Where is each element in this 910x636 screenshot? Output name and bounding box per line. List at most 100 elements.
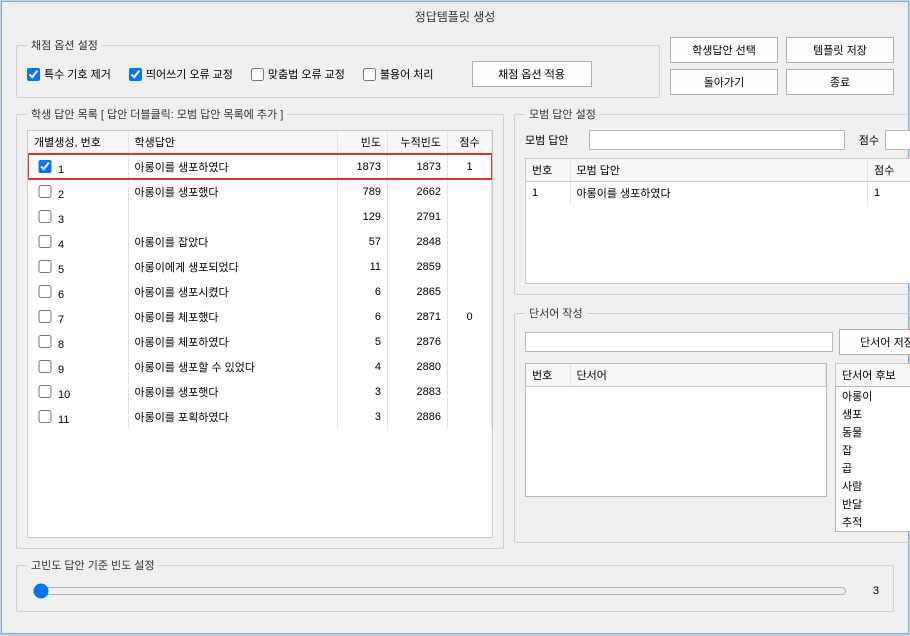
row-freq: 789: [338, 179, 388, 204]
row-checkbox[interactable]: [38, 260, 52, 273]
table-row[interactable]: 7아롱이를 체포했다628710: [28, 304, 492, 329]
table-row[interactable]: 10아롱이를 생포햇다32883: [28, 379, 492, 404]
freq-value: 3: [859, 585, 879, 597]
table-row[interactable]: 1아롱이를 생포하였다1: [526, 182, 910, 205]
row-freq: 6: [338, 279, 388, 304]
student-answer-table[interactable]: 개별생성, 번호 학생답안 빈도 누적빈도 점수 1아롱이를 생포하였다1873…: [27, 130, 493, 538]
row-score: [448, 404, 492, 429]
list-item[interactable]: 추적: [836, 513, 910, 531]
options-legend: 채점 옵션 설정: [27, 37, 102, 53]
list-item[interactable]: 반달: [836, 495, 910, 513]
opt-spelling-checkbox[interactable]: [251, 68, 264, 81]
row-checkbox[interactable]: [38, 310, 52, 323]
model-answer-input[interactable]: [589, 130, 845, 150]
table-row[interactable]: 5아롱이에게 생포되었다112859: [28, 254, 492, 279]
model-score-input[interactable]: [885, 130, 910, 150]
row-freq: 129: [338, 204, 388, 229]
row-answer: 아롱이를 생포시켰다: [128, 279, 338, 304]
save-clue-button[interactable]: 단서어 저장: [839, 329, 910, 355]
model-answer-table[interactable]: 번호 모범 답안 점수 1아롱이를 생포하였다1: [525, 158, 910, 284]
row-cum: 2871: [388, 304, 448, 329]
row-freq: 4: [338, 354, 388, 379]
freq-slider[interactable]: [33, 583, 847, 599]
model-col-ans[interactable]: 모범 답안: [570, 159, 868, 182]
model-col-score[interactable]: 점수: [868, 159, 910, 182]
opt-spelling[interactable]: 맞춤법 오류 교정: [251, 66, 345, 82]
row-answer: [128, 204, 338, 229]
row-score: 0: [448, 304, 492, 329]
row-answer: 아롱이에게 생포되었다: [128, 254, 338, 279]
clue-col-no[interactable]: 번호: [526, 364, 570, 387]
row-answer: 아롱이를 체포하였다: [128, 329, 338, 354]
row-freq: 1873: [338, 154, 388, 180]
clue-input[interactable]: [525, 332, 833, 352]
table-row[interactable]: 2아롱이를 생포했다7892662: [28, 179, 492, 204]
row-checkbox[interactable]: [38, 410, 52, 423]
list-item[interactable]: 생포: [836, 405, 910, 423]
row-score: [448, 254, 492, 279]
row-cum: 2880: [388, 354, 448, 379]
col-cum[interactable]: 누적빈도: [388, 131, 448, 154]
col-gen-no[interactable]: 개별생성, 번호: [28, 131, 128, 154]
table-row[interactable]: 6아롱이를 생포시켰다62865: [28, 279, 492, 304]
table-row[interactable]: 31292791: [28, 204, 492, 229]
list-item[interactable]: 아롱이: [836, 387, 910, 405]
row-checkbox[interactable]: [38, 210, 52, 223]
row-answer: 아롱이를 생포하였다: [128, 154, 338, 180]
row-checkbox[interactable]: [38, 335, 52, 348]
top-buttons: 학생답안 선택 템플릿 저장 돌아가기 종료: [670, 37, 894, 95]
opt-spacing[interactable]: 띄어쓰기 오류 교정: [129, 66, 233, 82]
opt-spacing-checkbox[interactable]: [129, 68, 142, 81]
opt-remove-special[interactable]: 특수 기호 제거: [27, 66, 111, 82]
row-checkbox[interactable]: [38, 185, 52, 198]
row-answer: 아롱이를 체포했다: [128, 304, 338, 329]
col-answer[interactable]: 학생답안: [128, 131, 338, 154]
table-row[interactable]: 9아롱이를 생포할 수 있었다42880: [28, 354, 492, 379]
table-row[interactable]: 4아롱이를 잡았다572848: [28, 229, 492, 254]
table-row[interactable]: 8아롱이를 체포하였다52876: [28, 329, 492, 354]
apply-options-button[interactable]: 채점 옵션 적용: [472, 61, 592, 87]
save-template-button[interactable]: 템플릿 저장: [786, 37, 894, 63]
table-row[interactable]: 11아롱이를 포획하였다32886: [28, 404, 492, 429]
row-answer: 아롱이를 잡았다: [128, 229, 338, 254]
opt-stopword[interactable]: 불용어 처리: [363, 66, 434, 82]
row-freq: 3: [338, 379, 388, 404]
exit-button[interactable]: 종료: [786, 69, 894, 95]
model-col-no[interactable]: 번호: [526, 159, 570, 182]
row-score: [448, 279, 492, 304]
row-score: [448, 229, 492, 254]
row-checkbox[interactable]: [38, 235, 52, 248]
freq-legend: 고빈도 답안 기준 빈도 설정: [27, 557, 159, 573]
row-answer: 아롱이를 생포햇다: [128, 379, 338, 404]
col-freq[interactable]: 빈도: [338, 131, 388, 154]
model-answer-label: 모범 답안: [525, 132, 583, 148]
clue-col-word[interactable]: 단서어: [570, 364, 826, 387]
row-cum: 1873: [388, 154, 448, 180]
list-item[interactable]: 동물: [836, 423, 910, 441]
row-cum: 2876: [388, 329, 448, 354]
list-item[interactable]: 사람: [836, 477, 910, 495]
model-answer-group: 모범 답안 설정 모범 답안 점수 번호 모범 답안: [514, 106, 910, 295]
row-cum: 2859: [388, 254, 448, 279]
row-cum: 2886: [388, 404, 448, 429]
row-freq: 6: [338, 304, 388, 329]
row-checkbox[interactable]: [38, 360, 52, 373]
window-title: 정답템플릿 생성: [2, 2, 908, 33]
clue-candidate-list[interactable]: 아롱이생포동물잡곱사람반달추적: [835, 386, 910, 532]
row-checkbox[interactable]: [38, 285, 52, 298]
list-item[interactable]: 곱: [836, 459, 910, 477]
col-score[interactable]: 점수: [448, 131, 492, 154]
select-student-answer-button[interactable]: 학생답안 선택: [670, 37, 778, 63]
table-row[interactable]: 1아롱이를 생포하였다187318731: [28, 154, 492, 180]
row-checkbox[interactable]: [38, 160, 52, 173]
clue-group: 단서어 작성 단서어 저장 번호 단서어: [514, 305, 910, 543]
clue-candidate-header[interactable]: 단서어 후보: [835, 363, 910, 386]
opt-remove-special-checkbox[interactable]: [27, 68, 40, 81]
opt-stopword-checkbox[interactable]: [363, 68, 376, 81]
row-checkbox[interactable]: [38, 385, 52, 398]
back-button[interactable]: 돌아가기: [670, 69, 778, 95]
list-item[interactable]: 잡: [836, 441, 910, 459]
clue-table[interactable]: 번호 단서어: [525, 363, 827, 497]
model-score-label: 점수: [859, 132, 879, 148]
row-cum: 2883: [388, 379, 448, 404]
